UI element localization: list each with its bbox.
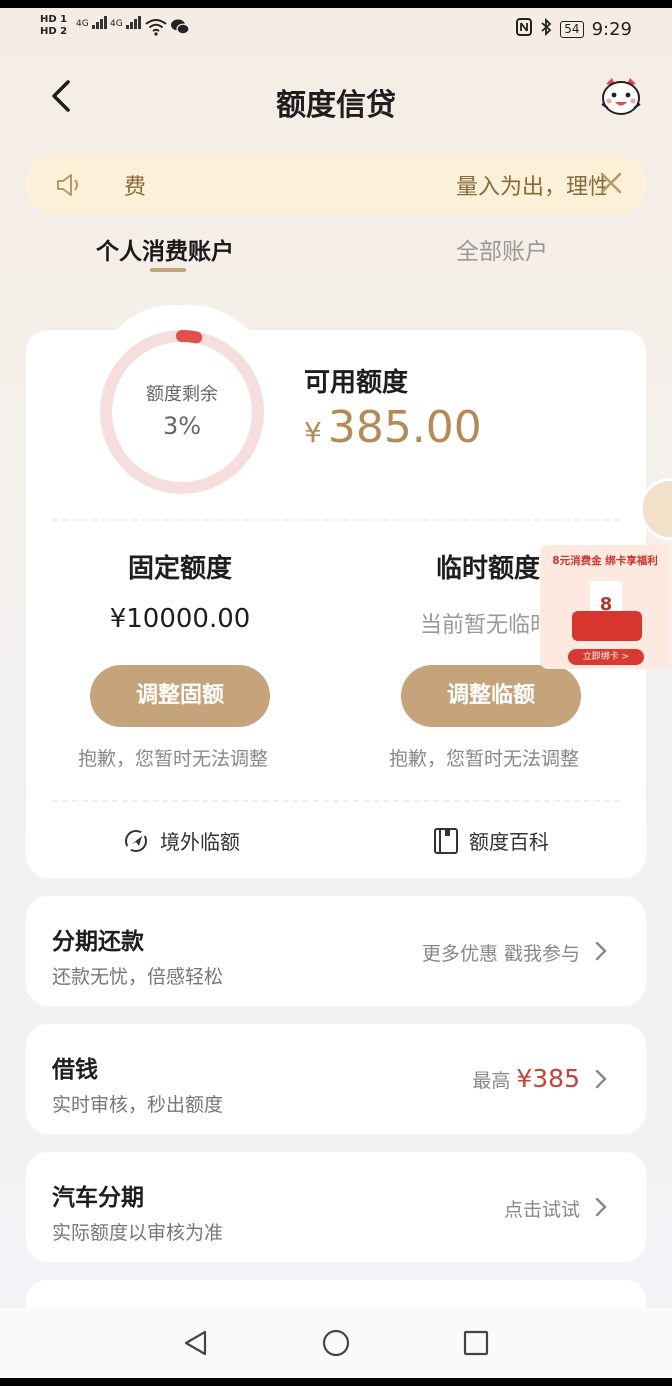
signal-1-icon: 4G: [76, 16, 108, 29]
battery-indicator: 54: [560, 21, 584, 38]
close-icon[interactable]: [596, 168, 626, 198]
nav-recents-icon[interactable]: [461, 1328, 491, 1358]
temporary-adjust-note: 抱歉，您暂时无法调整: [389, 748, 580, 770]
chevron-right-icon: [595, 1069, 607, 1089]
globe-plane-icon: [125, 829, 147, 852]
chevron-right-icon: [595, 941, 607, 961]
fixed-quota-amount: ¥10000.00: [109, 604, 251, 634]
sim1-label: HD 1: [40, 14, 68, 25]
ring-percent: 3%: [162, 412, 202, 440]
temporary-quota-amount: 当前暂无临时额度: [420, 613, 542, 638]
bluetooth-icon: [540, 17, 552, 41]
sim2-label: HD 2: [40, 26, 68, 37]
notice-banner[interactable]: 费 量入为出，理性消费: [26, 153, 646, 215]
status-bar: HD 1 HD 2 4G 4G 54 9:29: [0, 8, 672, 52]
temporary-quota-title: 临时额度: [436, 554, 541, 584]
cartoon-avatar-icon[interactable]: [598, 74, 644, 120]
available-quota-amount: ¥385.00: [304, 402, 482, 453]
fixed-quota-title: 固定额度: [127, 554, 232, 584]
page-title: 额度信贷: [276, 88, 396, 123]
list-item-subtitle: 实时审核，秒出额度: [52, 1094, 224, 1116]
sim-indicators: HD 1 HD 2: [40, 14, 67, 38]
quota-wiki-link[interactable]: 额度百科: [433, 826, 549, 855]
list-item-title: 借钱: [52, 1057, 98, 1083]
list-item-subtitle: 实际额度以审核为准: [52, 1222, 224, 1244]
available-amount-value: 385.00: [327, 402, 482, 453]
notice-message: 量入为出，理性消费: [456, 175, 606, 200]
nfc-icon: [516, 18, 533, 41]
divider: [52, 800, 620, 802]
list-item-title: 分期还款: [52, 929, 144, 955]
signal-2-icon: 4G: [110, 16, 142, 29]
bottom-edge: [0, 1378, 672, 1386]
system-nav-bar: [0, 1308, 672, 1378]
wechat-icon: [170, 18, 190, 40]
chevron-right-icon: [595, 1197, 607, 1217]
promo-bind-button[interactable]: 立即绑卡 >: [568, 649, 644, 665]
ring-label: 额度剩余: [146, 384, 218, 405]
currency-symbol: ¥: [304, 416, 322, 449]
quota-wiki-label: 额度百科: [469, 830, 549, 854]
abroad-temp-quota-label: 境外临额: [160, 830, 240, 854]
red-envelope-icon: [572, 611, 642, 641]
notice-lead-text: 费: [124, 175, 147, 200]
net1-label: 4G: [76, 19, 89, 29]
nav-home-icon[interactable]: [321, 1328, 351, 1358]
nav-back-icon[interactable]: [181, 1328, 211, 1358]
active-tab-indicator: [150, 268, 186, 272]
adjust-fixed-button[interactable]: 调整固额: [90, 665, 270, 727]
book-icon: [434, 827, 458, 854]
top-edge: [0, 0, 672, 8]
status-right: 54 9:29: [516, 17, 632, 41]
clock: 9:29: [591, 19, 632, 40]
max-borrow-amount: ¥385: [516, 1064, 580, 1093]
promo-bind-card-banner[interactable]: 8元消费金 绑卡享福利 8 立即绑卡 >: [540, 545, 670, 669]
available-quota-label: 可用额度: [304, 368, 409, 398]
list-item-car-installment[interactable]: 汽车分期 实际额度以审核为准 点击试试: [26, 1152, 646, 1262]
adjust-temporary-button[interactable]: 调整临额: [401, 665, 581, 727]
fixed-adjust-note: 抱歉，您暂时无法调整: [78, 748, 269, 770]
list-item-installment-repay[interactable]: 分期还款 还款无忧，倍感轻松 更多优惠 戳我参与: [26, 896, 646, 1006]
list-item-subtitle: 还款无忧，倍感轻松: [52, 966, 224, 988]
wifi-icon: [145, 18, 167, 41]
max-label: 最高: [472, 1070, 511, 1092]
list-item-borrow[interactable]: 借钱 实时审核，秒出额度 最高 ¥385: [26, 1024, 646, 1134]
list-item-title: 汽车分期: [52, 1185, 144, 1211]
net2-label: 4G: [110, 19, 123, 29]
speaker-icon: [54, 170, 84, 200]
list-item-right-text: 更多优惠 戳我参与: [421, 943, 580, 965]
tab-all-accounts[interactable]: 全部账户: [456, 232, 548, 266]
list-item-right-text: 最高 ¥385: [472, 1064, 580, 1093]
tab-personal-account[interactable]: 个人消费账户: [96, 232, 234, 266]
divider: [52, 519, 620, 521]
abroad-temp-quota-link[interactable]: 境外临额: [122, 826, 240, 855]
promo-title: 8元消费金 绑卡享福利: [552, 555, 658, 567]
list-item-right-text: 点击试试: [503, 1199, 580, 1221]
